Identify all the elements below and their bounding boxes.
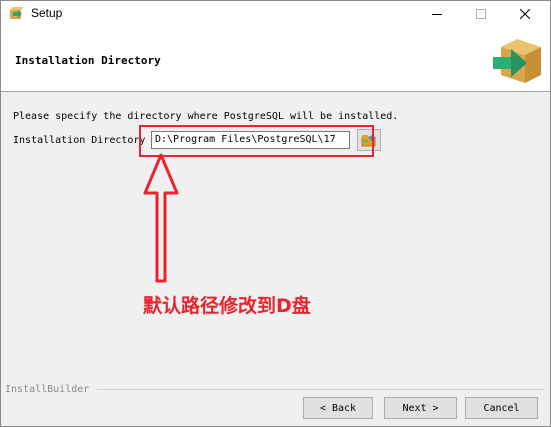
- window-title: Setup: [31, 6, 63, 20]
- minimize-button[interactable]: [415, 1, 459, 27]
- setup-window: Setup Installation Directory Please spec…: [0, 0, 551, 427]
- close-button[interactable]: [503, 1, 547, 27]
- minimize-icon: [432, 14, 442, 15]
- page-header: Installation Directory: [1, 27, 550, 92]
- next-button[interactable]: Next >: [384, 397, 457, 419]
- directory-label: Installation Directory: [13, 135, 146, 146]
- maximize-button[interactable]: [459, 1, 503, 27]
- maximize-icon: [476, 9, 486, 19]
- up-arrow-icon: [143, 153, 179, 283]
- title-bar: Setup: [1, 1, 550, 27]
- installbuilder-label: InstallBuilder: [5, 384, 90, 395]
- page-title: Installation Directory: [15, 54, 161, 67]
- installer-box-icon: [493, 39, 541, 83]
- footer-divider: [97, 389, 544, 390]
- cancel-button[interactable]: Cancel: [465, 397, 538, 419]
- back-button[interactable]: < Back: [303, 397, 373, 419]
- close-icon: [520, 9, 530, 19]
- app-icon: [10, 7, 23, 19]
- description-text: Please specify the directory where Postg…: [13, 111, 399, 122]
- annotation-text: 默认路径修改到D盘: [143, 295, 311, 317]
